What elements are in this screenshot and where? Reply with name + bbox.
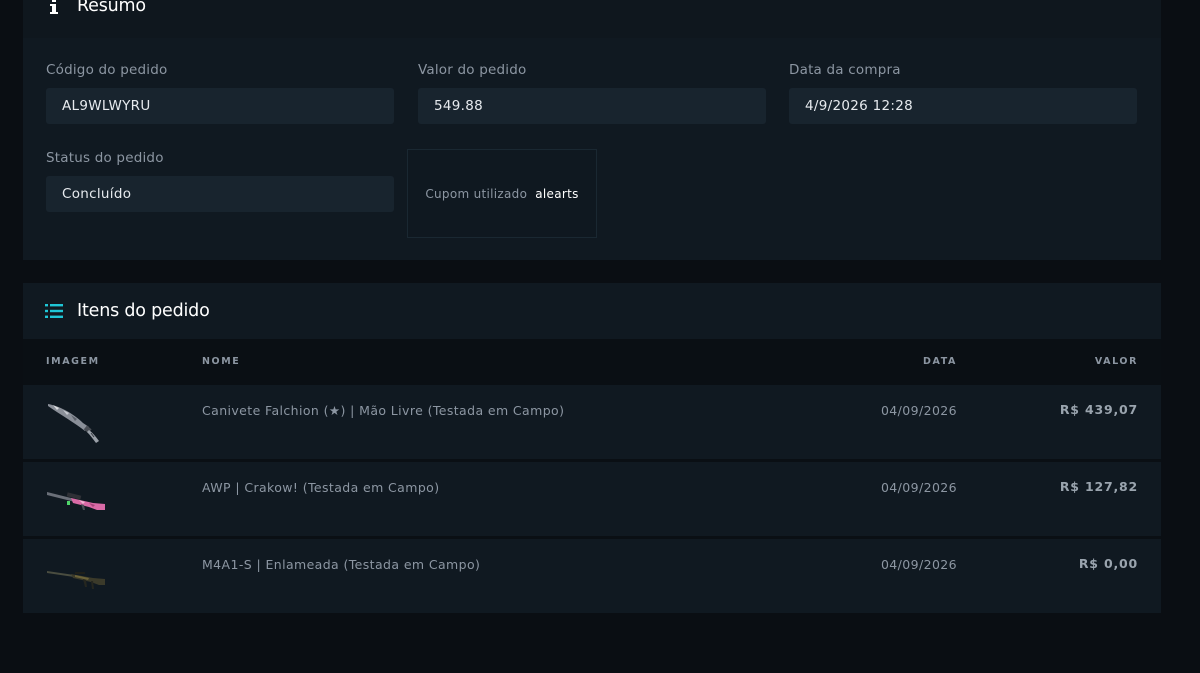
item-price: R$ 0,00 <box>1078 556 1138 571</box>
item-name: AWP | Crakow! (Testada em Campo) <box>202 480 440 495</box>
status-value[interactable]: Concluído <box>46 176 394 212</box>
order-value-field: Valor do pedido 549.88 <box>418 62 766 124</box>
item-price: R$ 127,82 <box>1059 479 1138 494</box>
column-image: IMAGEM <box>46 356 100 367</box>
coupon-value: alearts <box>535 186 579 201</box>
item-date: 04/09/2026 <box>880 403 957 418</box>
item-name: Canivete Falchion (★) | Mão Livre (Testa… <box>202 403 565 418</box>
order-code-label: Código do pedido <box>46 62 168 78</box>
purchase-date-label: Data da compra <box>789 62 901 78</box>
info-icon <box>45 0 63 16</box>
item-date: 04/09/2026 <box>880 557 957 572</box>
column-value: VALOR <box>1094 356 1138 367</box>
items-title: Itens do pedido <box>77 301 210 321</box>
order-code-value[interactable]: AL9WLWYRU <box>46 88 394 124</box>
summary-header: Resumo <box>23 0 1161 38</box>
list-icon <box>45 302 63 320</box>
items-header: Itens do pedido <box>23 283 1161 339</box>
order-value-value[interactable]: 549.88 <box>418 88 766 124</box>
items-panel: Itens do pedido IMAGEM NOME DATA VALOR C… <box>23 283 1161 613</box>
table-row[interactable]: Canivete Falchion (★) | Mão Livre (Testa… <box>23 385 1161 459</box>
m4a1s-rifle-icon <box>45 551 107 601</box>
item-name: M4A1-S | Enlameada (Testada em Campo) <box>202 557 481 572</box>
item-date: 04/09/2026 <box>880 480 957 495</box>
summary-title: Resumo <box>77 0 146 16</box>
summary-panel: Resumo Código do pedido AL9WLWYRU Valor … <box>23 0 1161 260</box>
column-name: NOME <box>202 356 241 367</box>
table-row[interactable]: M4A1-S | Enlameada (Testada em Campo) 04… <box>23 539 1161 613</box>
purchase-date-value[interactable]: 4/9/2026 12:28 <box>789 88 1137 124</box>
order-value-label: Valor do pedido <box>418 62 527 78</box>
awp-rifle-icon <box>45 474 107 524</box>
status-label: Status do pedido <box>46 150 164 166</box>
coupon-box: Cupom utilizado alearts <box>407 149 597 238</box>
falchion-knife-icon <box>45 397 107 447</box>
coupon-label: Cupom utilizado <box>425 186 528 201</box>
status-field: Status do pedido Concluído <box>46 150 394 212</box>
column-date: DATA <box>923 356 957 367</box>
order-code-field: Código do pedido AL9WLWYRU <box>46 62 394 124</box>
table-row[interactable]: AWP | Crakow! (Testada em Campo) 04/09/2… <box>23 462 1161 536</box>
purchase-date-field: Data da compra 4/9/2026 12:28 <box>789 62 1137 124</box>
items-table-header: IMAGEM NOME DATA VALOR <box>23 339 1161 385</box>
item-price: R$ 439,07 <box>1059 402 1138 417</box>
